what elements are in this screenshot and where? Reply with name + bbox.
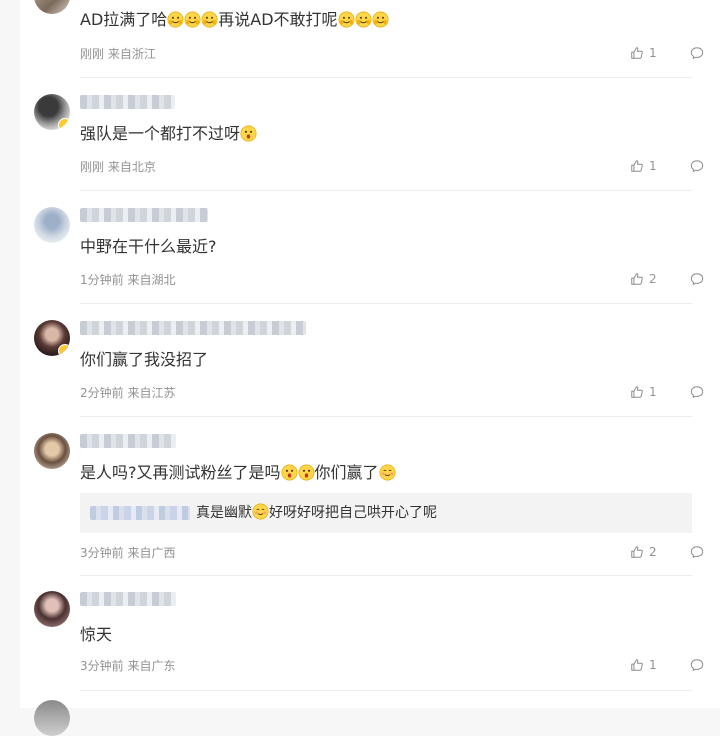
avatar[interactable]: [34, 94, 70, 130]
comment-meta: 3分钟前 来自广东: [80, 657, 175, 674]
comment-bubble-icon[interactable]: [690, 272, 704, 286]
comment-item: 强队是一个都打不过呀 刚刚 来自北京 1: [20, 80, 720, 193]
comment-time: 刚刚: [80, 160, 105, 174]
comment-actions: 1: [630, 384, 720, 402]
comment-actions: 2: [630, 271, 720, 289]
comment-time: 刚刚: [80, 47, 105, 61]
comment-location: 来自北京: [107, 160, 156, 174]
divider: [80, 303, 692, 304]
comment-meta: 3分钟前 来自广西: [80, 544, 175, 561]
thumbs-up-icon: [630, 545, 644, 559]
verified-badge-icon: [58, 344, 70, 356]
reply-box[interactable]: 真是幽默 好呀好呀把自己哄开心了呢: [80, 493, 692, 533]
comment-bubble-icon[interactable]: [690, 658, 704, 672]
smile-emoji: [184, 11, 201, 28]
blush-emoji: [252, 503, 269, 520]
surprised-emoji: [281, 464, 298, 481]
divider: [80, 690, 692, 691]
comment-time: 2分钟前: [80, 386, 124, 400]
comment-bubble-icon[interactable]: [690, 545, 704, 559]
like-button[interactable]: 1: [630, 158, 680, 176]
comment-location: 来自浙江: [107, 47, 156, 61]
thumbs-up-icon: [630, 272, 644, 286]
comment-item: 中野在干什么最近? 1分钟前 来自湖北 2: [20, 193, 720, 306]
comment-location: 来自广东: [127, 659, 176, 673]
like-button[interactable]: 2: [630, 544, 680, 562]
like-button[interactable]: 1: [630, 45, 680, 63]
comment-meta: 2分钟前 来自江苏: [80, 384, 175, 401]
blush-emoji: [379, 464, 396, 481]
comment-text: 强队是一个都打不过呀: [80, 123, 257, 145]
like-count: 2: [649, 272, 657, 286]
comment-location: 来自江苏: [127, 386, 176, 400]
like-button[interactable]: 2: [630, 271, 680, 289]
comment-actions: 2: [630, 544, 720, 562]
smile-emoji: [167, 11, 184, 28]
comment-time: 3分钟前: [80, 546, 124, 560]
comment-bubble-icon[interactable]: [690, 385, 704, 399]
reply-text: 真是幽默 好呀好呀把自己哄开心了呢: [196, 503, 437, 521]
comment-meta: 刚刚 来自浙江: [80, 45, 156, 62]
username[interactable]: [80, 208, 208, 222]
comment-time: 3分钟前: [80, 659, 124, 673]
thumbs-up-icon: [630, 385, 644, 399]
divider: [80, 575, 692, 576]
comment-location: 来自广西: [127, 546, 176, 560]
smile-emoji: [338, 11, 355, 28]
smile-emoji: [201, 11, 218, 28]
divider: [80, 77, 692, 78]
comment-text: 是人吗?又再测试粉丝了是吗 你们赢了: [80, 462, 396, 484]
avatar[interactable]: [34, 207, 70, 243]
comment-item: 惊天 3分钟前 来自广东 1: [20, 577, 720, 691]
comment-actions: 1: [630, 657, 720, 675]
comment-bubble-icon[interactable]: [690, 46, 704, 60]
comment-actions: 1: [630, 45, 720, 63]
like-button[interactable]: 1: [630, 657, 680, 675]
comment-text: 惊天: [80, 625, 113, 644]
surprised-emoji: [240, 125, 257, 142]
surprised-emoji: [298, 464, 315, 481]
comment-actions: 1: [630, 158, 720, 176]
like-button[interactable]: 1: [630, 384, 680, 402]
thumbs-up-icon: [630, 658, 644, 672]
avatar[interactable]: [34, 320, 70, 356]
comment-list: AD拉满了哈 再说AD不敢打呢 刚刚 来自浙江 1 强队是一个都打不过呀 刚刚 来…: [20, 0, 720, 736]
comment-location: 来自湖北: [127, 273, 176, 287]
reply-username[interactable]: [90, 506, 190, 520]
avatar[interactable]: [34, 700, 70, 736]
avatar[interactable]: [34, 591, 70, 627]
smile-emoji: [355, 11, 372, 28]
comment-text: 你们赢了我没招了: [80, 350, 209, 369]
comment-item: AD拉满了哈 再说AD不敢打呢 刚刚 来自浙江 1: [20, 0, 720, 80]
username[interactable]: [80, 95, 175, 109]
verified-badge-icon: [58, 118, 70, 130]
divider: [80, 416, 692, 417]
comment-meta: 1分钟前 来自湖北: [80, 271, 175, 288]
like-count: 1: [649, 385, 657, 399]
username[interactable]: [80, 434, 176, 448]
avatar[interactable]: [34, 0, 70, 14]
comment-bubble-icon[interactable]: [690, 159, 704, 173]
username[interactable]: [80, 321, 306, 335]
comment-text: 中野在干什么最近?: [80, 237, 217, 256]
avatar[interactable]: [34, 433, 70, 469]
comment-time: 1分钟前: [80, 273, 124, 287]
thumbs-up-icon: [630, 159, 644, 173]
username[interactable]: [80, 592, 176, 606]
comment-item: 是人吗?又再测试粉丝了是吗 你们赢了 真是幽默 好呀好呀把自己哄开心了呢 3分钟前 …: [20, 419, 720, 577]
like-count: 1: [649, 658, 657, 672]
smile-emoji: [372, 11, 389, 28]
divider: [80, 190, 692, 191]
thumbs-up-icon: [630, 46, 644, 60]
like-count: 1: [649, 159, 657, 173]
like-count: 2: [649, 545, 657, 559]
comment-meta: 刚刚 来自北京: [80, 158, 156, 175]
like-count: 1: [649, 46, 657, 60]
comment-item: 你们赢了我没招了 2分钟前 来自江苏 1: [20, 306, 720, 419]
comment-text: AD拉满了哈 再说AD不敢打呢: [80, 9, 389, 31]
